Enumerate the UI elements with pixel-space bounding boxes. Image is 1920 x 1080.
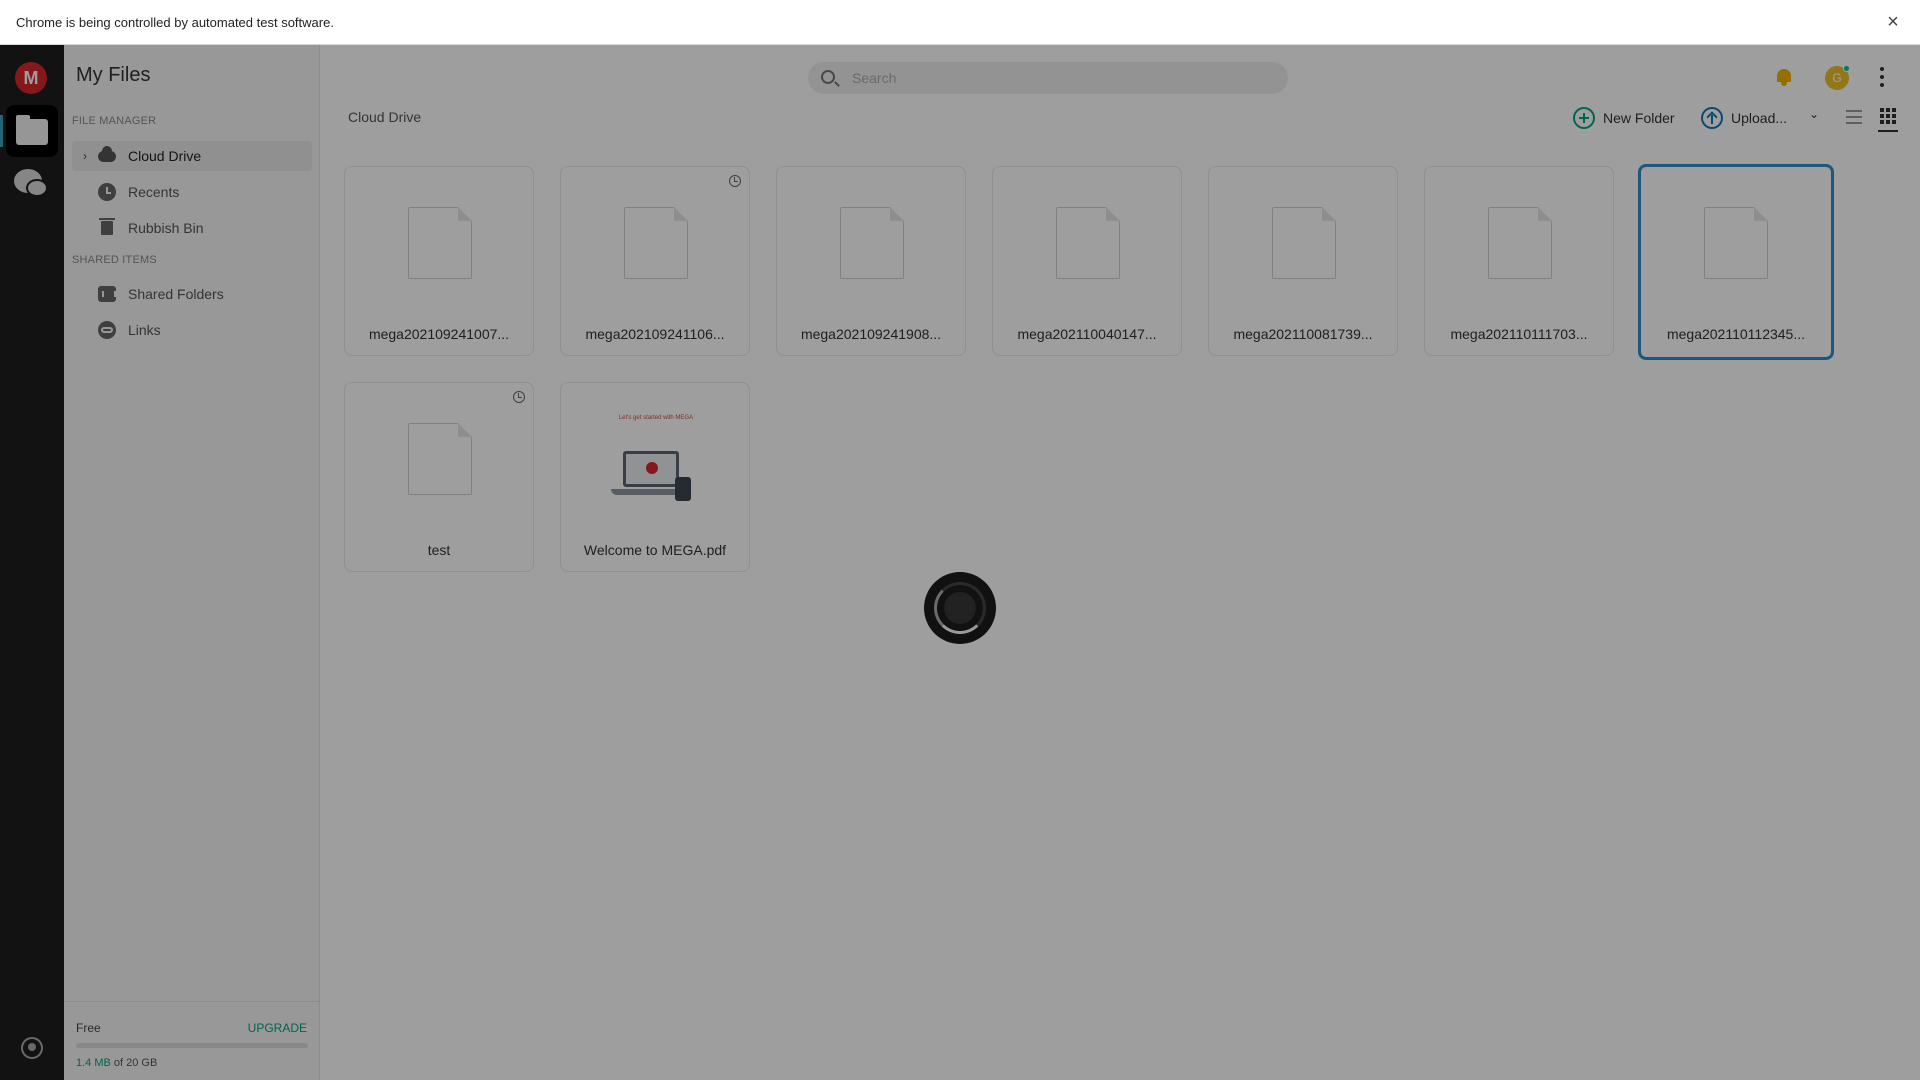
file-name: mega202110081739... (1233, 326, 1373, 342)
chat-nav-button[interactable] (14, 167, 50, 203)
sidebar-item-label: Shared Folders (128, 286, 224, 302)
storage-total: of 20 GB (110, 1057, 158, 1069)
trash-icon (98, 218, 116, 237)
file-name: test (427, 542, 451, 558)
generic-file-icon (624, 207, 688, 279)
cloud-icon (98, 146, 116, 165)
infobar-message: Chrome is being controlled by automated … (16, 14, 334, 30)
automation-infobar: Chrome is being controlled by automated … (0, 0, 1920, 45)
icon-rail: M (0, 45, 64, 1080)
more-menu-icon[interactable] (1876, 67, 1888, 87)
storage-usage-text: 1.4 MB of 20 GB (76, 1057, 157, 1069)
upload-label: Upload... (1731, 110, 1788, 126)
file-tile[interactable]: mega202110111703... (1424, 166, 1614, 356)
storage-used: 1.4 MB (76, 1057, 111, 1069)
main-content: G Cloud Drive New Folder Upload... ⌄ meg… (320, 45, 1920, 1080)
upload-icon (1701, 107, 1723, 129)
shared-items-section-label: SHARED ITEMS (72, 254, 157, 266)
file-tile[interactable]: mega202109241106... (560, 166, 750, 356)
storage-panel: Free UPGRADE 1.4 MB of 20 GB (64, 1001, 319, 1080)
file-tile[interactable]: mega202110081739... (1208, 166, 1398, 356)
sidebar-item-recents[interactable]: Recents (72, 177, 312, 207)
generic-file-icon (1488, 207, 1552, 279)
file-name: mega202109241007... (368, 326, 510, 342)
folder-icon (16, 115, 48, 145)
generic-file-icon (408, 423, 472, 495)
active-indicator (0, 115, 3, 147)
search-input[interactable] (852, 68, 1272, 88)
clock-icon (98, 183, 116, 201)
avatar-initial: G (1832, 71, 1842, 85)
pdf-thumbnail: Let's get started with MEGA (591, 407, 721, 519)
file-name: mega202110112345... (1666, 326, 1806, 342)
generic-file-icon (840, 207, 904, 279)
list-view-icon[interactable] (1846, 110, 1862, 124)
sidebar-item-label: Links (128, 322, 161, 338)
file-tile[interactable]: test (344, 382, 534, 572)
file-tile-selected[interactable]: mega202110112345... (1638, 164, 1834, 360)
sidebar-item-label: Cloud Drive (128, 148, 202, 164)
generic-file-icon (1056, 207, 1120, 279)
sidebar-title: My Files (76, 64, 151, 86)
phone-illustration (675, 477, 691, 501)
breadcrumb[interactable]: Cloud Drive (348, 109, 421, 125)
sidebar-item-cloud-drive[interactable]: › Cloud Drive (72, 141, 312, 171)
sidebar-item-rubbish-bin[interactable]: Rubbish Bin (72, 213, 312, 243)
avatar[interactable]: G (1825, 65, 1850, 90)
file-name: mega202109241908... (800, 326, 942, 342)
generic-file-icon (408, 207, 472, 279)
file-tile[interactable]: mega202110040147... (992, 166, 1182, 356)
search-icon (821, 70, 835, 84)
upgrade-link[interactable]: UPGRADE (248, 1021, 307, 1035)
sidebar-item-label: Recents (128, 184, 180, 200)
link-icon (98, 321, 116, 339)
file-name: Welcome to MEGA.pdf (583, 542, 727, 558)
file-name: mega202110040147... (1017, 326, 1157, 342)
file-tile[interactable]: mega202109241908... (776, 166, 966, 356)
search-bar[interactable] (808, 62, 1288, 94)
file-tile[interactable]: mega202109241007... (344, 166, 534, 356)
mega-logo[interactable]: M (15, 62, 47, 94)
shared-folders-icon (98, 285, 116, 303)
files-nav-button[interactable] (0, 105, 58, 157)
chevron-down-icon[interactable]: ⌄ (1809, 107, 1819, 121)
new-folder-label: New Folder (1603, 110, 1675, 126)
online-status-dot (1843, 65, 1850, 72)
laptop-screen-illustration (623, 451, 679, 487)
add-folder-icon (1573, 107, 1595, 129)
generic-file-icon (1272, 207, 1336, 279)
file-name: mega202109241106... (585, 326, 725, 342)
chevron-right-icon[interactable]: › (83, 149, 87, 163)
plan-label: Free (76, 1021, 101, 1035)
sidebar-item-label: Rubbish Bin (128, 220, 204, 236)
close-icon[interactable]: × (1882, 11, 1904, 33)
storage-usage-bar (76, 1043, 308, 1048)
file-manager-section-label: FILE MANAGER (72, 115, 157, 127)
file-tile[interactable]: Let's get started with MEGA Welcome to M… (560, 382, 750, 572)
version-history-icon (729, 175, 741, 187)
sidebar-item-links[interactable]: Links (72, 315, 312, 345)
grid-view-icon[interactable] (1878, 108, 1898, 132)
mega-app: M My Files FILE MANAGER › Cloud Drive Re… (0, 45, 1920, 1080)
generic-file-icon (1704, 207, 1768, 279)
file-name: mega202110111703... (1450, 326, 1588, 342)
file-manager-sidebar: My Files FILE MANAGER › Cloud Drive Rece… (64, 45, 320, 1080)
new-folder-button[interactable]: New Folder (1573, 106, 1675, 130)
upload-button[interactable]: Upload... (1701, 106, 1787, 130)
thumbnail-caption: Let's get started with MEGA (618, 415, 694, 421)
notifications-bell-icon[interactable] (1774, 67, 1794, 87)
achievements-icon[interactable] (21, 1037, 43, 1059)
sidebar-item-shared-folders[interactable]: Shared Folders (72, 279, 312, 309)
chat-bubble-secondary-icon (26, 179, 48, 197)
version-history-icon (513, 391, 525, 403)
